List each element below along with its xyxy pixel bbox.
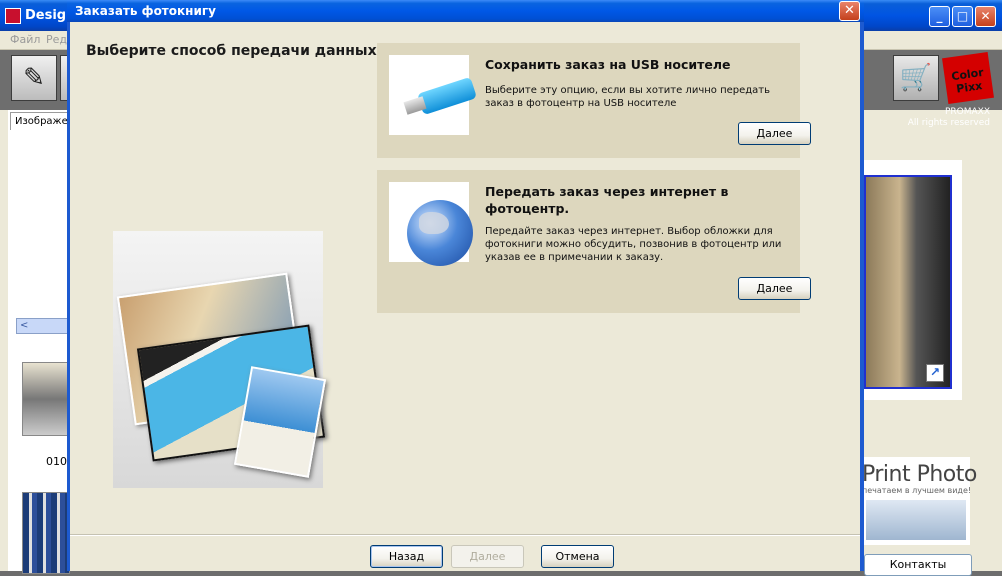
maximize-button[interactable]: □ [952,6,973,27]
usb-drive-icon [389,55,478,135]
order-photobook-dialog: Заказать фотокнигу ✕ Выберите способ пер… [67,0,864,571]
dialog-close-button[interactable]: ✕ [839,1,860,21]
brand-name: PROMAXX [944,107,990,117]
thumbnail-label: 010 [46,455,67,468]
dialog-title: Заказать фотокнигу [75,4,216,18]
brand-caption: PROMAXX All rights reserved [908,107,990,129]
minimize-button[interactable]: _ [929,6,950,27]
cancel-button[interactable]: Отмена [541,545,614,568]
back-button[interactable]: Назад [370,545,443,568]
print-photo-title: Print Photo [862,462,977,487]
brand-rights: All rights reserved [907,118,990,128]
next-button[interactable]: Далее [451,545,524,568]
menu-file[interactable]: Файл [10,33,40,46]
footer-separator [70,534,860,536]
dialog-heading: Выберите способ передачи данных [86,43,377,59]
internet-next-button[interactable]: Далее [738,277,811,300]
usb-next-button[interactable]: Далее [738,122,811,145]
option-usb-title: Сохранить заказ на USB носителе [485,57,731,72]
print-photo-image [866,500,966,540]
option-internet-description: Передайте заказ через интернет. Выбор об… [485,226,782,263]
image-thumbnail[interactable] [22,362,70,436]
contacts-button[interactable]: Контакты [864,554,972,576]
option-internet: Передать заказ через интернет в фотоцент… [377,170,811,313]
dialog-body: Выберите способ передачи данных Сохранит… [70,22,860,571]
option-internet-title: Передать заказ через интернет в фотоцент… [485,184,729,216]
menu-edit[interactable]: Ред [46,33,67,46]
app-close-button[interactable]: ✕ [975,6,996,27]
dialog-titlebar: Заказать фотокнигу ✕ [67,0,864,22]
preview-photo[interactable] [864,175,952,389]
shortcut-arrow-icon: ↗ [926,364,944,382]
app-icon [5,8,21,24]
horizontal-scrollbar[interactable]: < [16,318,68,334]
edit-tool-icon[interactable]: ✎ [11,55,57,101]
option-usb: Сохранить заказ на USB носителе Выберите… [377,43,811,158]
option-usb-description: Выберите эту опцию, если вы хотите лично… [485,85,771,109]
print-photo-slogan: печатаем в лучшем виде! [862,486,972,495]
color-pixx-logo: Color Pixx [942,52,994,104]
logo-text: Color Pixx [950,65,985,96]
globe-icon [389,182,473,266]
tab-images[interactable]: Изображе [10,112,68,130]
image-thumbnail[interactable] [22,492,70,574]
cart-icon[interactable]: 🛒 [893,55,939,101]
